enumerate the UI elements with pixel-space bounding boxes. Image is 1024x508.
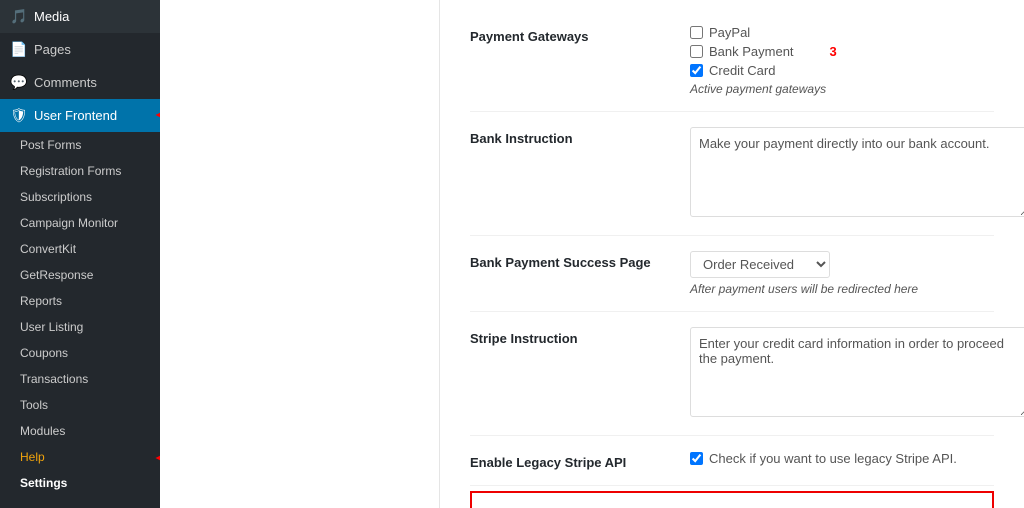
annotation-1-arrow — [155, 105, 160, 125]
bank-payment-row: Bank Payment 3 — [690, 44, 994, 59]
bank-payment-success-label: Bank Payment Success Page — [470, 251, 690, 270]
bank-instruction-textarea[interactable] — [690, 127, 1024, 217]
credit-card-label[interactable]: Credit Card — [709, 63, 775, 78]
media-icon: 🎵 — [10, 8, 26, 25]
sidebar-item-woocommerce[interactable]: 🛒 WooCommerce — [0, 500, 160, 508]
sidebar-item-help[interactable]: Help 2 — [0, 444, 160, 470]
paypal-label[interactable]: PayPal — [709, 25, 750, 40]
sidebar-item-campaign-monitor[interactable]: Campaign Monitor — [0, 210, 160, 236]
sidebar-item-modules[interactable]: Modules — [0, 418, 160, 444]
legacy-stripe-checkbox[interactable] — [690, 452, 703, 465]
sidebar-item-registration-forms[interactable]: Registration Forms — [0, 158, 160, 184]
bank-payment-success-row: Bank Payment Success Page Order Received… — [470, 236, 994, 312]
bank-payment-success-select[interactable]: Order Received Thank You Custom Page — [690, 251, 830, 278]
sidebar-item-pages[interactable]: 📄 Pages — [0, 33, 160, 66]
bank-instruction-row: Bank Instruction — [470, 112, 994, 236]
user-frontend-icon: 🛡 — [10, 107, 26, 124]
sidebar-item-user-listing[interactable]: User Listing — [0, 314, 160, 340]
paypal-checkbox[interactable] — [690, 26, 703, 39]
bank-payment-label[interactable]: Bank Payment — [709, 44, 794, 59]
settings-section: Payment Gateways PayPal Bank Payment 3 — [470, 10, 994, 508]
sidebar-item-user-frontend[interactable]: 🛡 User Frontend 1 — [0, 99, 160, 132]
sidebar-item-settings[interactable]: Settings — [0, 470, 160, 496]
comments-icon: 💬 — [10, 74, 26, 91]
sidebar-item-tools[interactable]: Tools — [0, 392, 160, 418]
sidebar-item-coupons[interactable]: Coupons — [0, 340, 160, 366]
sidebar-item-convertkit[interactable]: ConvertKit — [0, 236, 160, 262]
sidebar-item-post-forms[interactable]: Post Forms — [0, 132, 160, 158]
sidebar-item-comments[interactable]: 💬 Comments — [0, 66, 160, 99]
stripe-secret-key-row: Stripe Secret Key — [487, 503, 977, 508]
left-panel — [160, 0, 440, 508]
sidebar: 🎵 Media 📄 Pages 💬 Comments 🛡 User Fronte… — [0, 0, 160, 508]
bank-instruction-content — [690, 127, 1024, 220]
settings-content: Payment Gateways PayPal Bank Payment 3 — [440, 0, 1024, 508]
sidebar-item-getresponse[interactable]: GetResponse — [0, 262, 160, 288]
stripe-keys-section: 4 Stripe Secret Key Stripe Publishable K… — [470, 491, 994, 508]
sidebar-item-reports[interactable]: Reports — [0, 288, 160, 314]
stripe-instruction-label: Stripe Instruction — [470, 327, 690, 346]
payment-gateways-label: Payment Gateways — [470, 25, 690, 44]
stripe-instruction-content — [690, 327, 1024, 420]
stripe-instruction-textarea[interactable] — [690, 327, 1024, 417]
bank-payment-success-content: Order Received Thank You Custom Page Aft… — [690, 251, 994, 296]
annotation-2-arrow — [155, 448, 160, 468]
redirect-note: After payment users will be redirected h… — [690, 282, 994, 296]
legacy-stripe-row: Enable Legacy Stripe API Check if you wa… — [470, 436, 994, 486]
pages-icon: 📄 — [10, 41, 26, 58]
stripe-instruction-row: Stripe Instruction — [470, 312, 994, 436]
sidebar-item-transactions[interactable]: Transactions — [0, 366, 160, 392]
bank-instruction-label: Bank Instruction — [470, 127, 690, 146]
payment-gateways-row: Payment Gateways PayPal Bank Payment 3 — [470, 10, 994, 112]
sidebar-item-subscriptions[interactable]: Subscriptions — [0, 184, 160, 210]
bank-payment-checkbox[interactable] — [690, 45, 703, 58]
legacy-stripe-content: Check if you want to use legacy Stripe A… — [690, 451, 994, 466]
paypal-row: PayPal — [690, 25, 994, 40]
credit-card-checkbox[interactable] — [690, 64, 703, 77]
payment-gateways-content: PayPal Bank Payment 3 Credit Card Active… — [690, 25, 994, 96]
credit-card-row: Credit Card — [690, 63, 994, 78]
active-gateways-note: Active payment gateways — [690, 82, 994, 96]
main-area: Payment Gateways PayPal Bank Payment 3 — [160, 0, 1024, 508]
annotation-3-label: 3 — [830, 44, 837, 59]
legacy-stripe-label: Enable Legacy Stripe API — [470, 451, 690, 470]
legacy-stripe-checkbox-label[interactable]: Check if you want to use legacy Stripe A… — [690, 451, 994, 466]
sidebar-item-media[interactable]: 🎵 Media — [0, 0, 160, 33]
